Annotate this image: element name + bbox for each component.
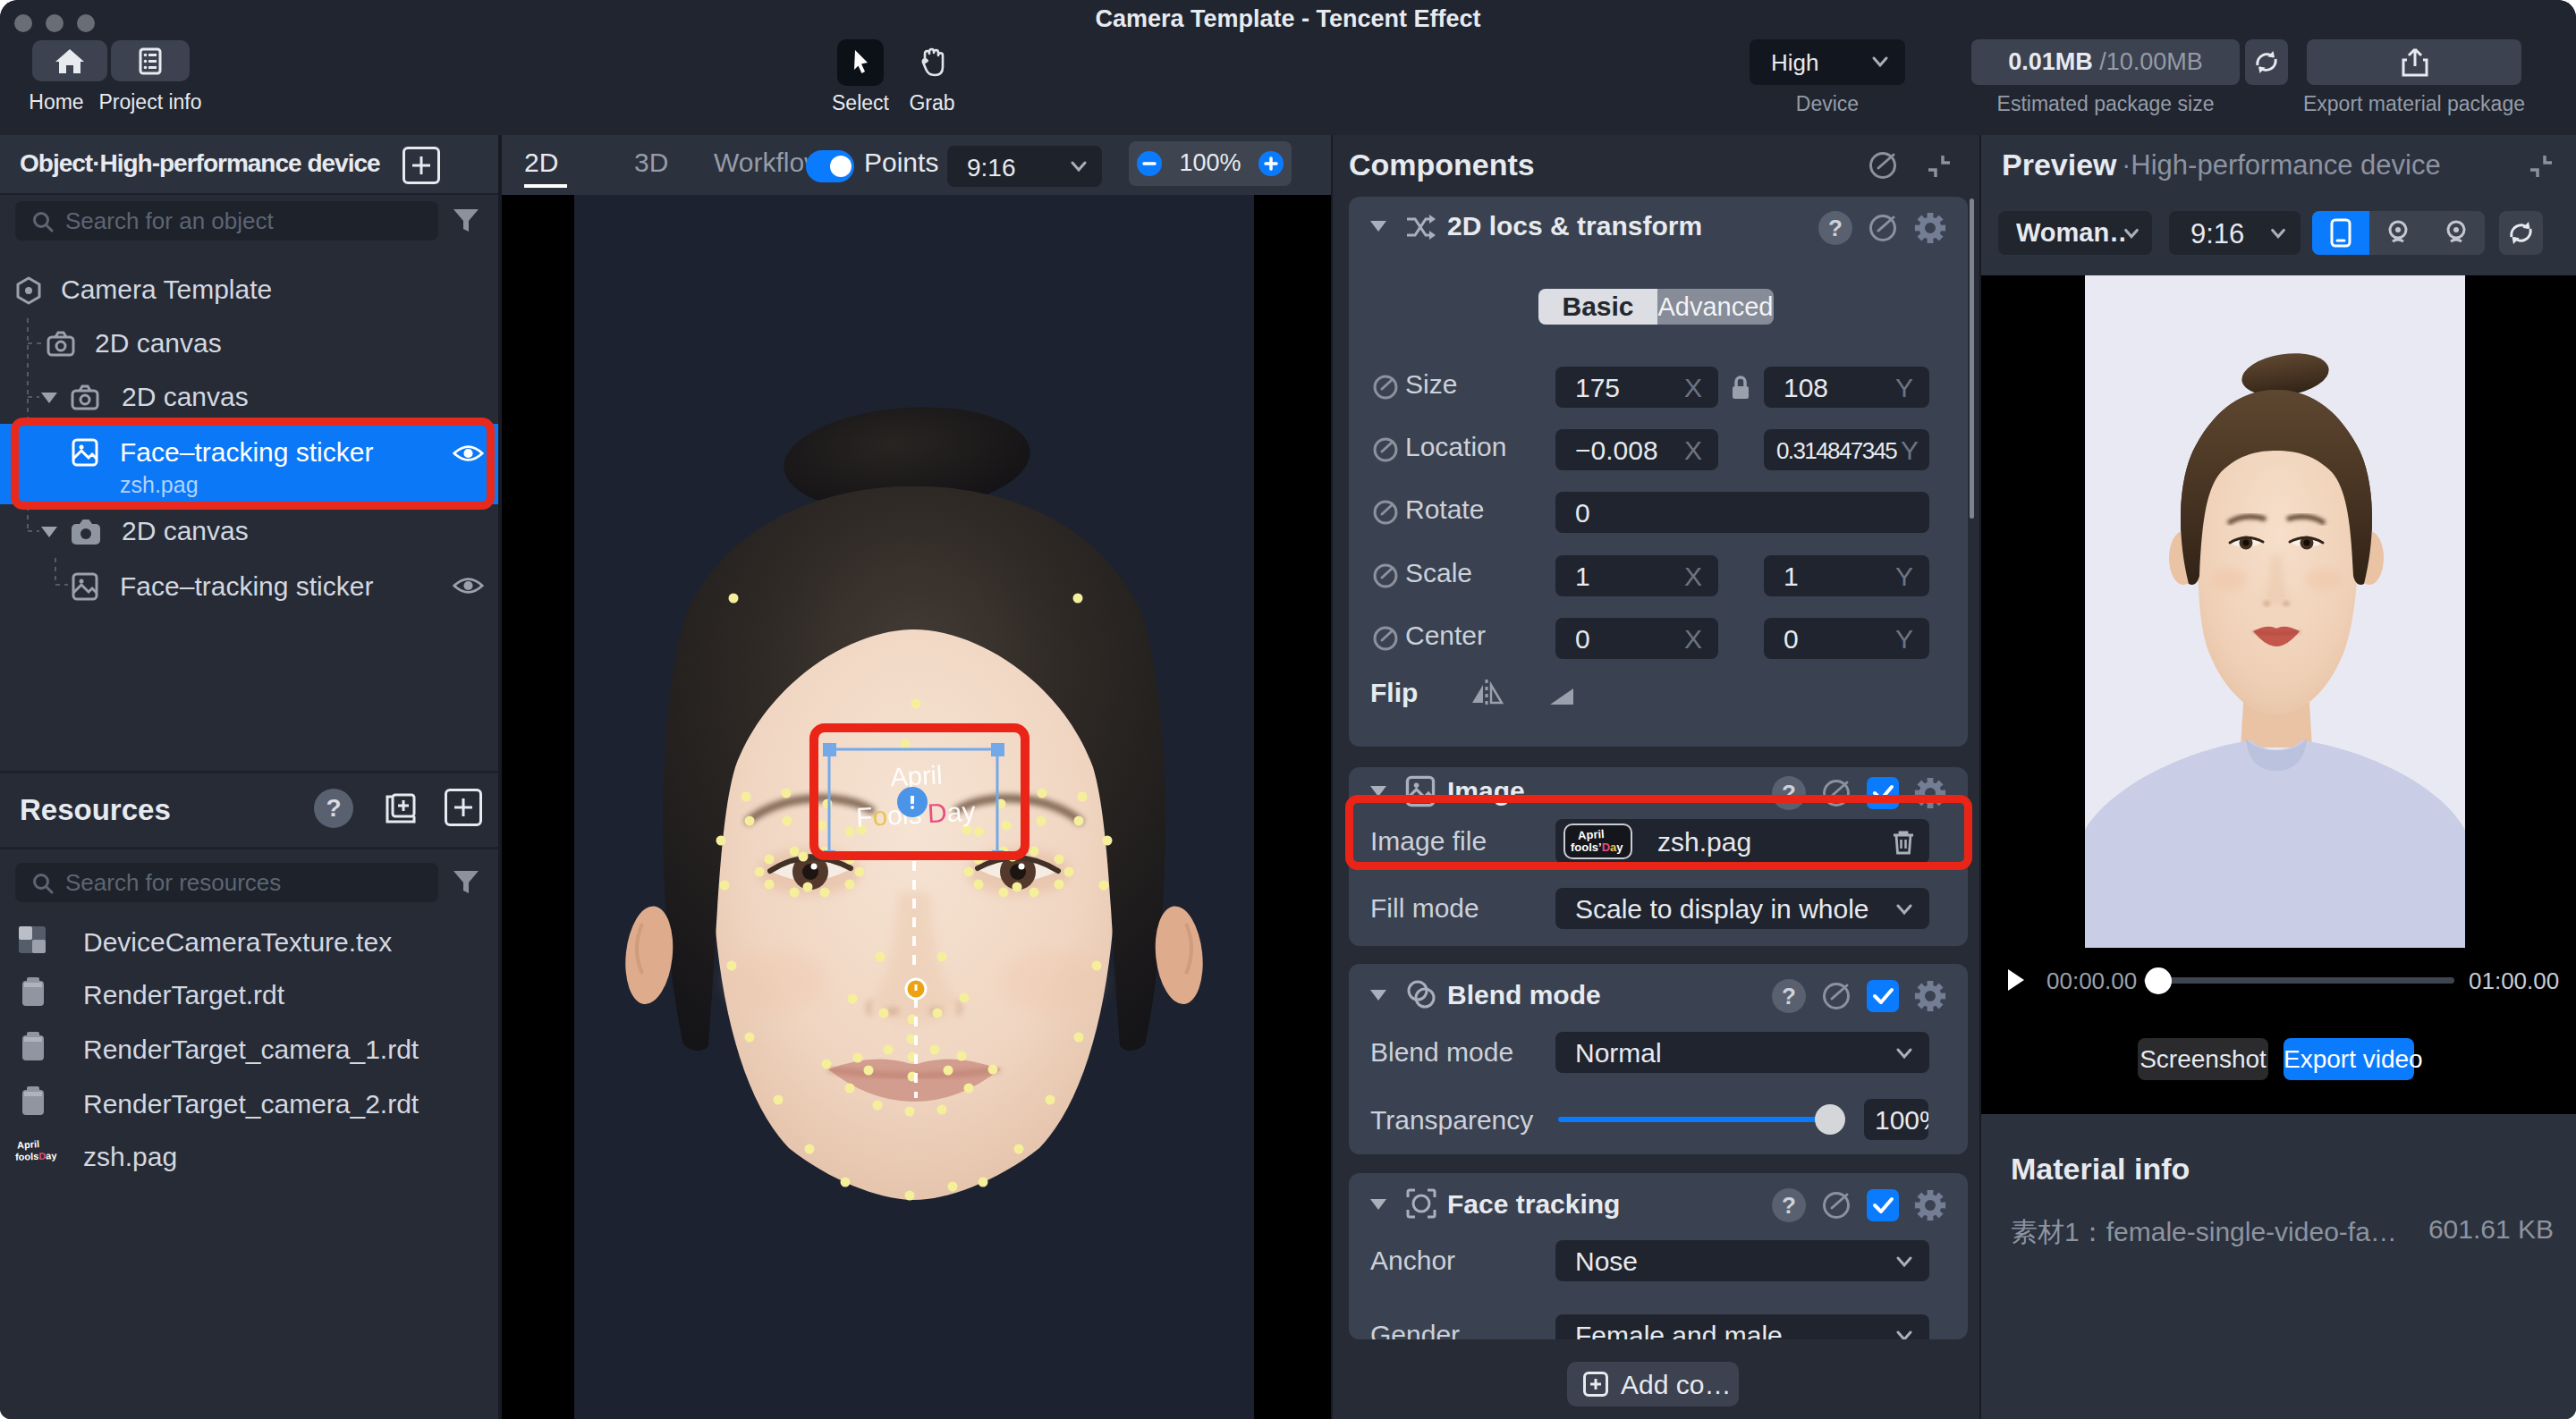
svg-text:April: April [890,760,944,791]
